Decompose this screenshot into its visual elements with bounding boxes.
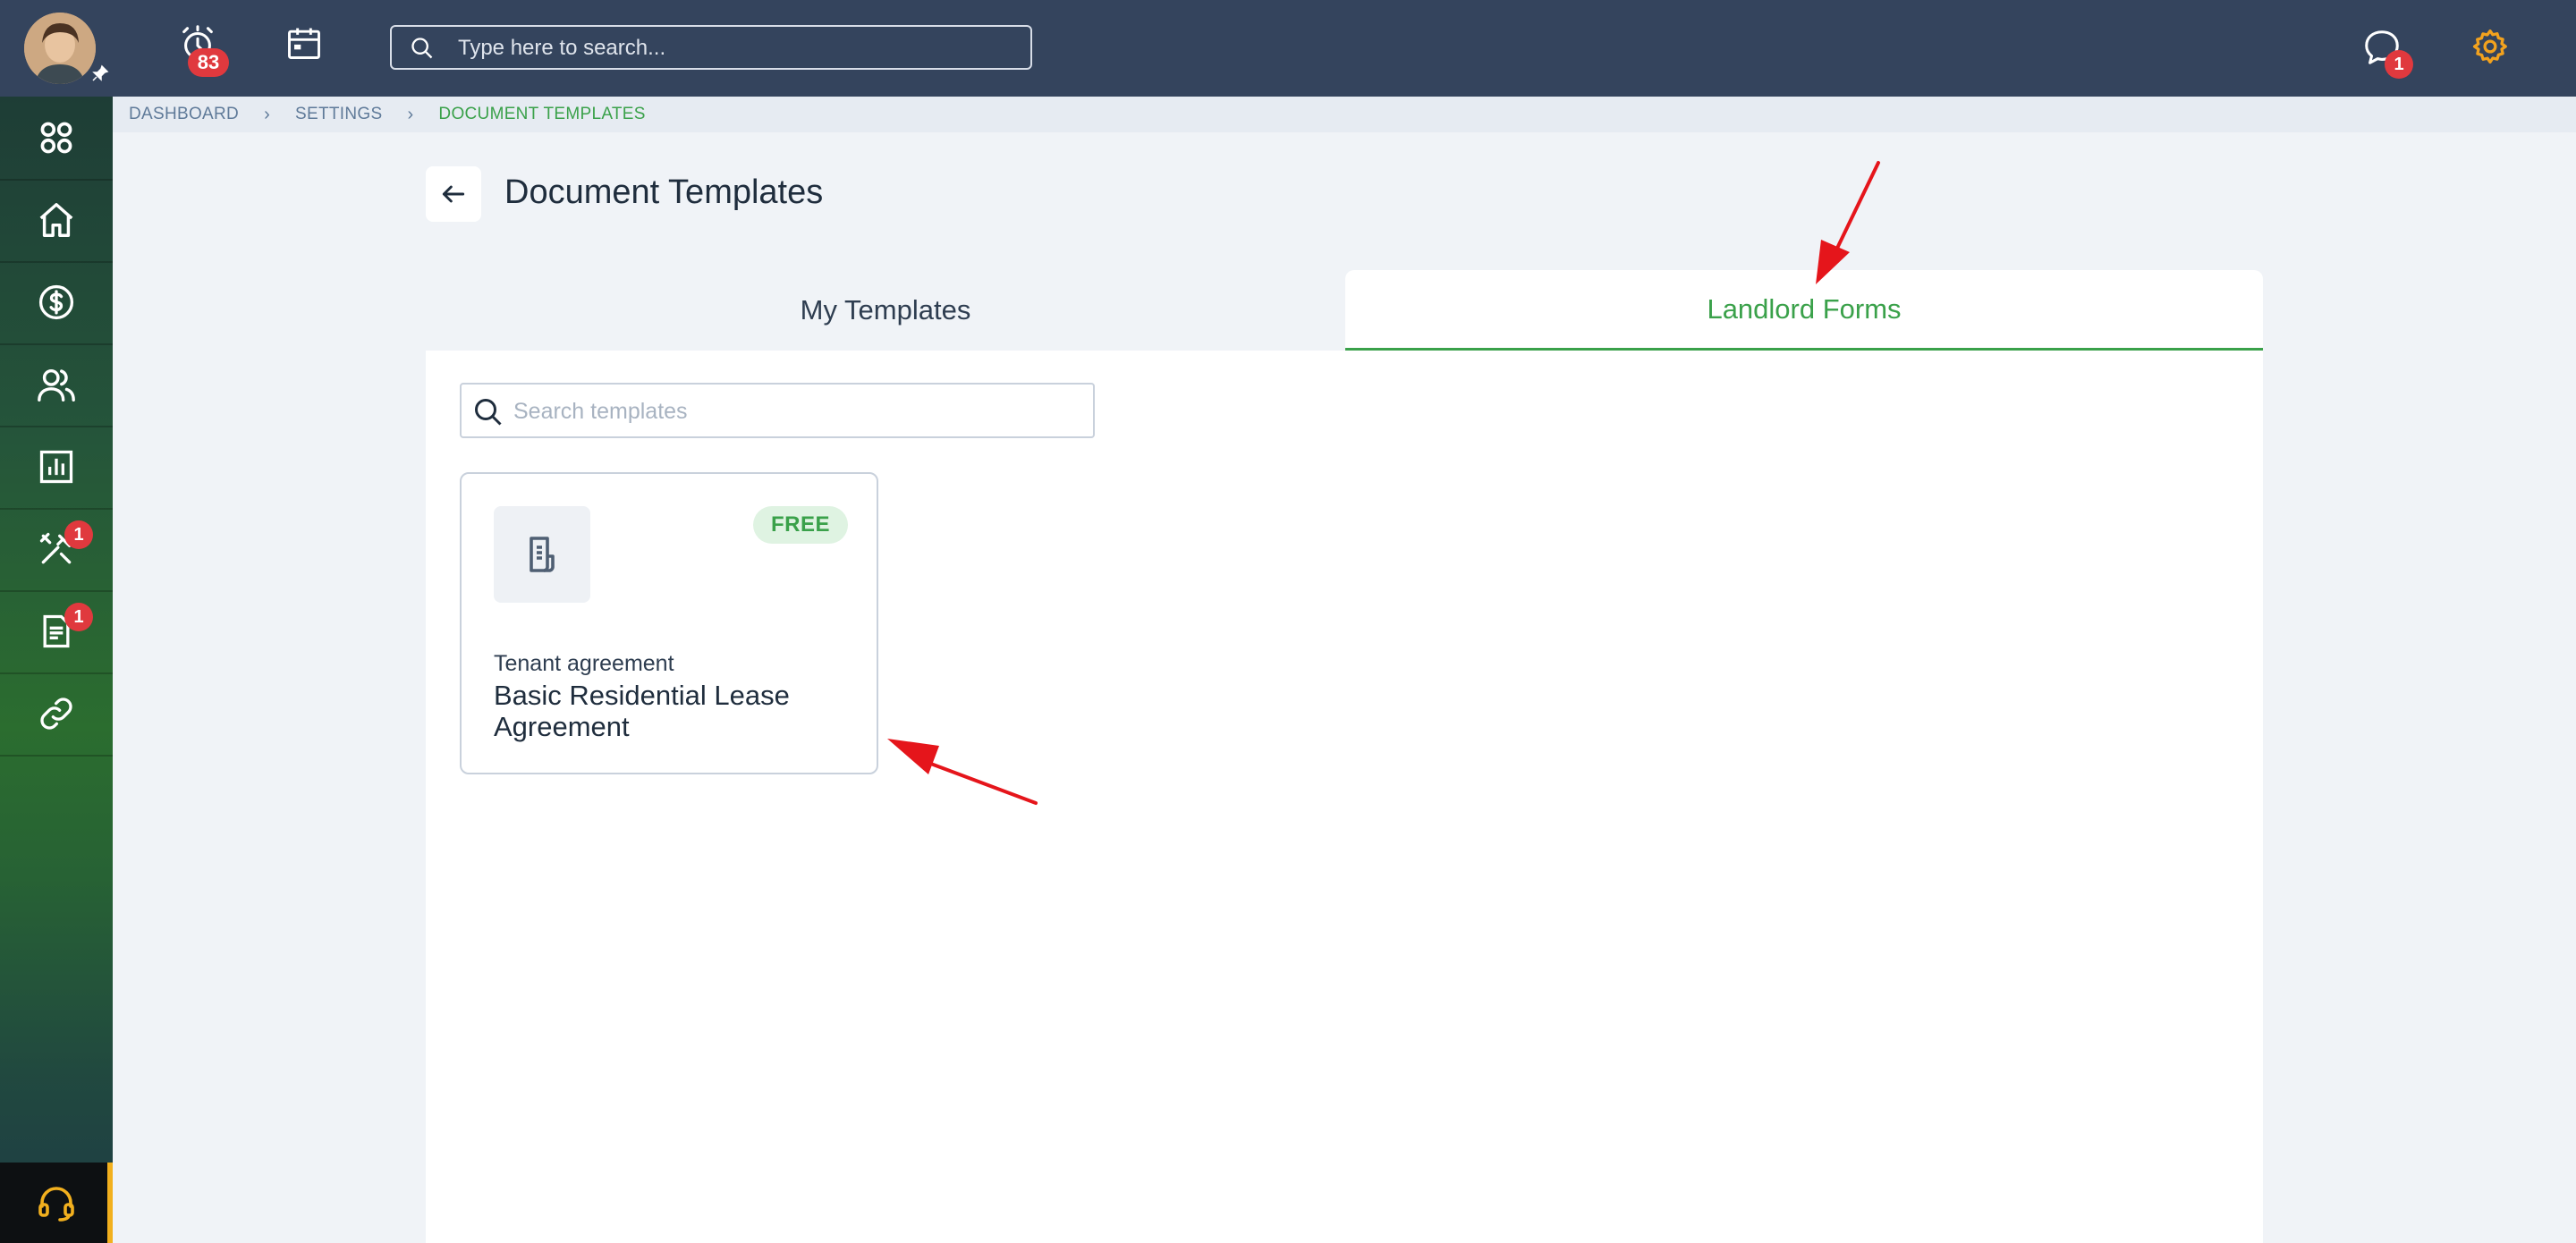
chevron-right-icon: › [264,104,271,124]
tab-my-templates[interactable]: My Templates [426,270,1345,351]
arrow-left-icon [442,185,465,203]
messages-badge: 1 [2385,50,2413,79]
templates-panel: FREE Tenant agreement Basic Residential … [426,351,2263,1243]
document-icon [530,537,555,572]
breadcrumb-document-templates: DOCUMENT TEMPLATES [438,105,646,123]
headset-icon [38,1187,74,1222]
annotation-arrow-tab [1816,161,1880,284]
breadcrumb-settings[interactable]: SETTINGS [295,105,382,124]
template-card[interactable]: FREE Tenant agreement Basic Residential … [460,472,878,774]
sidebar-item-home[interactable] [0,179,113,263]
search-icon [475,399,502,426]
sidebar-item-finance[interactable] [0,261,113,345]
sidebar-item-maintenance[interactable]: 1 [0,508,113,592]
breadcrumb: DASHBOARD › SETTINGS › DOCUMENT TEMPLATE… [113,97,2576,132]
template-search-input[interactable] [512,385,1088,438]
chart-icon [39,450,73,484]
pin-icon[interactable] [91,64,109,82]
sidebar-item-documents[interactable]: 1 [0,590,113,674]
messages-button[interactable]: 1 [2361,27,2413,79]
chevron-right-icon: › [407,104,414,124]
link-icon [40,698,72,730]
sidebar-item-apps[interactable] [0,97,113,181]
support-button[interactable] [0,1163,113,1243]
template-category: Tenant agreement [494,651,674,676]
template-search[interactable] [460,383,1095,438]
calendar-icon [288,28,320,59]
search-icon [411,38,433,59]
template-name: Basic Residential Lease Agreement [494,680,790,742]
avatar[interactable] [24,13,96,84]
global-search[interactable] [390,25,1032,70]
sidebar-item-links[interactable] [0,672,113,757]
home-icon [39,203,73,237]
maintenance-badge: 1 [64,520,93,549]
documents-badge: 1 [64,603,93,631]
settings-button[interactable] [2470,27,2510,66]
free-badge: FREE [753,506,848,544]
dollar-icon [38,284,74,320]
gear-icon [2472,29,2507,64]
tab-label: Landlord Forms [1707,292,1902,325]
tab-landlord-forms[interactable]: Landlord Forms [1345,270,2263,351]
back-button[interactable] [426,166,481,222]
page-title: Document Templates [504,173,824,211]
users-icon [38,368,75,402]
breadcrumb-dashboard[interactable]: DASHBOARD [129,105,239,124]
notifications-badge: 83 [188,48,229,77]
alarm-button[interactable]: 83 [177,23,229,77]
tab-label: My Templates [800,294,971,326]
top-bar: 83 1 [0,0,2576,97]
calendar-button[interactable] [284,23,324,63]
card-icon-box [494,506,590,603]
sidebar-item-people[interactable] [0,343,113,427]
sidebar-item-reports[interactable] [0,426,113,510]
global-search-input[interactable] [456,27,1014,70]
sidebar: 1 1 [0,97,113,1243]
apps-icon [40,122,72,154]
